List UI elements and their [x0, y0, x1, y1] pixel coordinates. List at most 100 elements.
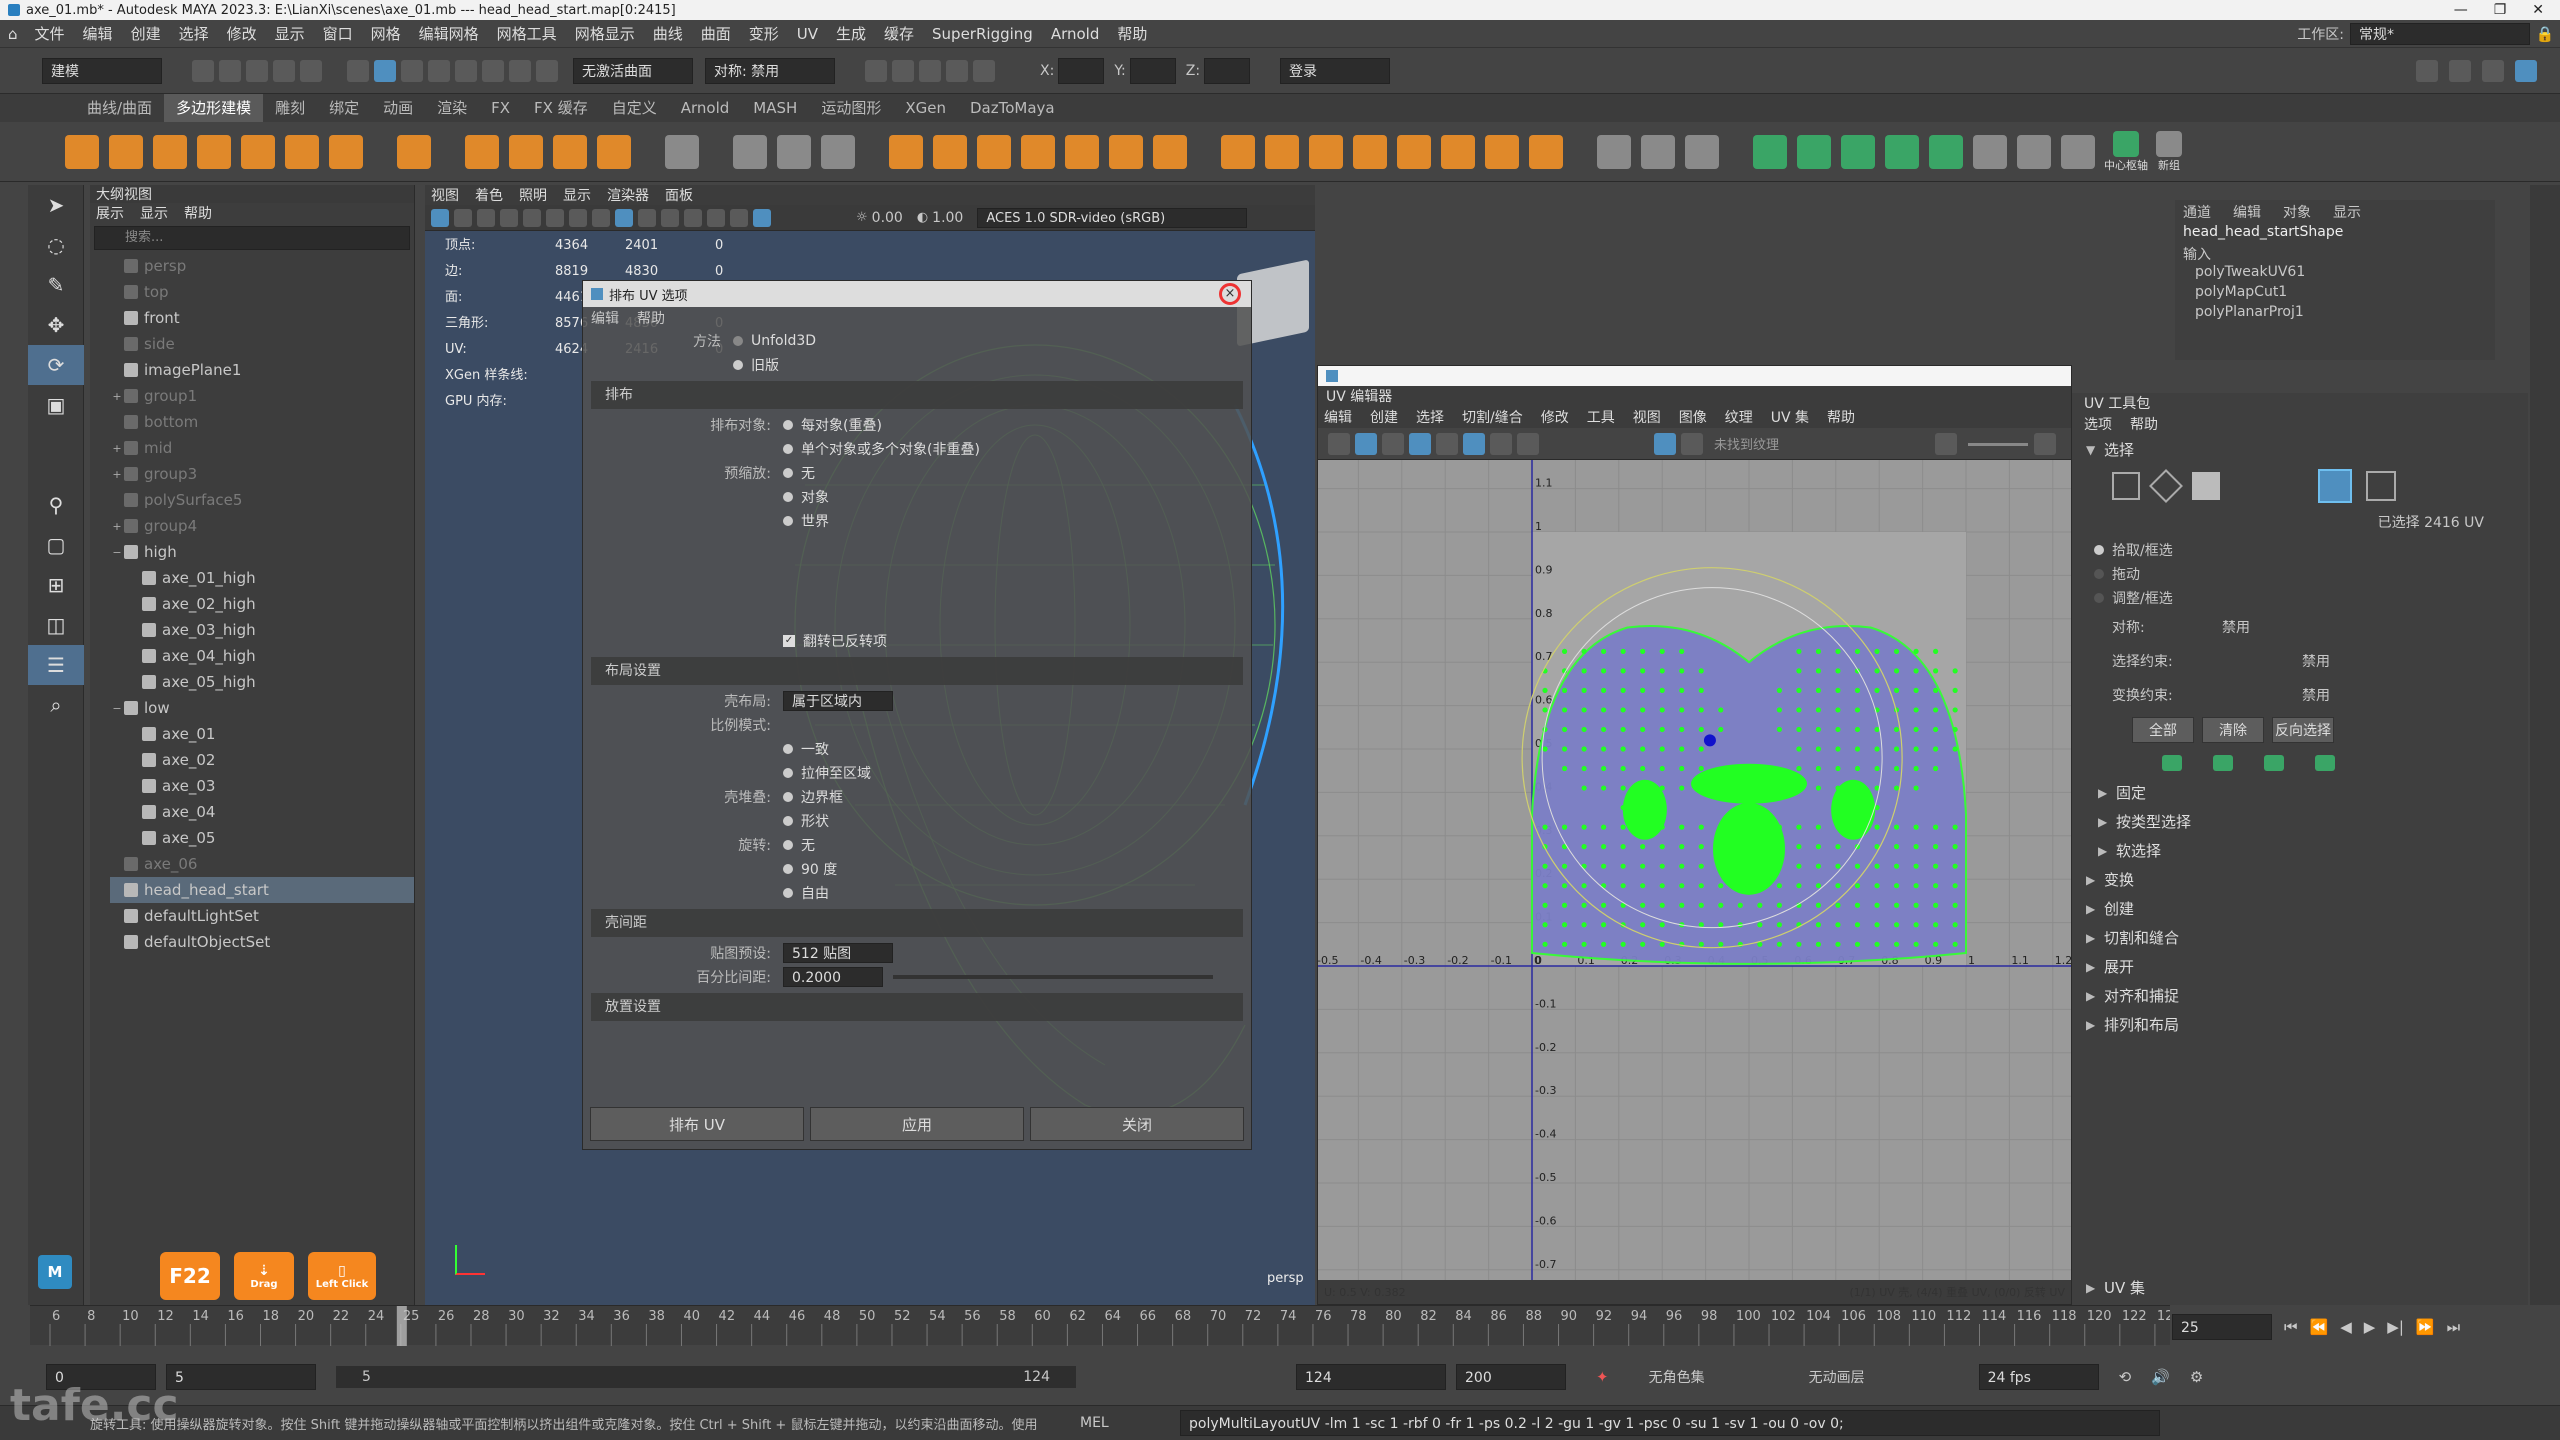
- outliner-item[interactable]: + mid: [110, 435, 414, 461]
- outliner-menu-display[interactable]: 显示: [140, 203, 168, 223]
- cb-menu-object[interactable]: 对象: [2283, 202, 2311, 222]
- shelf-tab-fx[interactable]: FX: [479, 94, 522, 122]
- select-component-icon[interactable]: [401, 59, 423, 82]
- outliner-menu-show[interactable]: 展示: [96, 203, 124, 223]
- layout-menu-help[interactable]: 帮助: [637, 308, 665, 328]
- channel-box-icon[interactable]: [2515, 59, 2537, 82]
- outliner-item[interactable]: axe_04_high: [110, 643, 414, 669]
- uvtk-section[interactable]: ▶ 展开: [2072, 952, 2528, 981]
- redo-icon[interactable]: [300, 59, 322, 82]
- current-time-marker[interactable]: [396, 1306, 407, 1346]
- xray-icon[interactable]: [730, 208, 748, 227]
- uv-editor-menu-item[interactable]: 创建: [1370, 407, 1398, 427]
- save-scene-icon[interactable]: [246, 59, 268, 82]
- collapse-icon[interactable]: [1441, 134, 1475, 169]
- uv-arrow-icon[interactable]: [2034, 432, 2056, 455]
- snap-grid-icon[interactable]: [428, 59, 450, 82]
- film-gate-icon[interactable]: [546, 208, 564, 227]
- menu-cache[interactable]: 缓存: [875, 23, 923, 44]
- uv-vertex-mode-icon[interactable]: [2318, 469, 2352, 503]
- outliner-item[interactable]: bottom: [110, 409, 414, 435]
- snap-together-icon[interactable]: [1929, 134, 1963, 169]
- poly-cube-icon[interactable]: [109, 134, 143, 169]
- layout-objects-radio-1[interactable]: [783, 444, 793, 454]
- expand-toggle-icon[interactable]: +: [110, 468, 124, 481]
- uv-edge-mode-icon[interactable]: [2149, 469, 2183, 503]
- x-field[interactable]: [1058, 57, 1105, 84]
- go-to-end-icon[interactable]: ⏭: [2447, 1318, 2461, 1336]
- uv-shell-mode-icon[interactable]: [2112, 472, 2140, 500]
- uvtk-clear-button[interactable]: 清除: [2202, 717, 2264, 743]
- shell-fill-dropdown[interactable]: 属于区域内: [783, 691, 893, 711]
- outliner-item[interactable]: polySurface5: [110, 487, 414, 513]
- uv-tool-2-icon[interactable]: [1355, 432, 1377, 455]
- menu-modify[interactable]: 修改: [218, 23, 266, 44]
- shelf-tab-animation[interactable]: 动画: [371, 94, 425, 122]
- shell-flip-checkbox[interactable]: ✓: [783, 635, 795, 647]
- arnold-render-icon[interactable]: [973, 59, 995, 82]
- reduce-icon[interactable]: [1109, 134, 1143, 169]
- section-layout-settings[interactable]: 布局设置: [591, 657, 1243, 685]
- merge-icon[interactable]: [1397, 134, 1431, 169]
- uv-editor-menu-item[interactable]: 帮助: [1827, 407, 1855, 427]
- uvtk-section[interactable]: ▶ 变换: [2072, 865, 2528, 894]
- live-surface-field[interactable]: 无激活曲面: [573, 57, 693, 84]
- step-back-key-icon[interactable]: ⏪: [2310, 1318, 2329, 1336]
- outliner-item[interactable]: front: [110, 305, 414, 331]
- uv-editor-menu-item[interactable]: UV 集: [1771, 407, 1809, 427]
- exposure-value[interactable]: 0.00: [872, 210, 903, 226]
- uvtk-section-select[interactable]: ▼ 选择: [2072, 435, 2528, 464]
- uv-shading-icon[interactable]: [1490, 432, 1512, 455]
- menu-mesh[interactable]: 网格: [362, 23, 410, 44]
- fill-hole-icon[interactable]: [1353, 134, 1387, 169]
- smooth-shade-icon[interactable]: [615, 208, 633, 227]
- section-layout[interactable]: 排布: [591, 381, 1243, 409]
- lights-icon[interactable]: [661, 208, 679, 227]
- cb-node-1[interactable]: polyMapCut1: [2175, 284, 2495, 304]
- rotate-radio-1[interactable]: [783, 864, 793, 874]
- select-tool-icon[interactable]: ➤: [28, 185, 84, 225]
- uvtk-loop-icon[interactable]: [2264, 755, 2284, 771]
- step-forward-icon[interactable]: ▶|: [2387, 1318, 2404, 1336]
- menu-display[interactable]: 显示: [266, 23, 314, 44]
- uv-editor-menu-item[interactable]: 工具: [1587, 407, 1615, 427]
- uvtk-section[interactable]: ▶ 软选择: [2072, 836, 2528, 865]
- gamma-value[interactable]: 1.00: [932, 210, 963, 226]
- uv-editor-menu-item[interactable]: 切割/缝合: [1462, 407, 1523, 427]
- uvtk-invert-button[interactable]: 反向选择: [2272, 717, 2334, 743]
- make-live-icon[interactable]: [536, 59, 558, 82]
- wireframe-icon[interactable]: [592, 208, 610, 227]
- playback-start-field[interactable]: 5: [166, 1364, 316, 1390]
- audio-icon[interactable]: 🔊: [2151, 1368, 2170, 1386]
- menu-uv[interactable]: UV: [788, 25, 827, 43]
- uvtk-pick-radio[interactable]: [2094, 545, 2104, 555]
- uv-unfold-icon[interactable]: [777, 134, 811, 169]
- uv-tool-3-icon[interactable]: [1382, 432, 1404, 455]
- uv-tool-4-icon[interactable]: [1409, 432, 1431, 455]
- outliner-item[interactable]: axe_04: [110, 799, 414, 825]
- outliner-item[interactable]: axe_02_high: [110, 591, 414, 617]
- separate-icon[interactable]: [933, 134, 967, 169]
- poly-torus-icon[interactable]: [241, 134, 275, 169]
- cam-attr-icon[interactable]: [454, 208, 472, 227]
- rotate-radio-0[interactable]: [783, 840, 793, 850]
- shelf-tab-curves[interactable]: 曲线/曲面: [75, 94, 164, 122]
- extrude-icon[interactable]: [1221, 134, 1255, 169]
- outliner-item[interactable]: side: [110, 331, 414, 357]
- outliner-item[interactable]: top: [110, 279, 414, 305]
- outliner-item[interactable]: persp: [110, 253, 414, 279]
- menu-select[interactable]: 选择: [170, 23, 218, 44]
- uv-slider[interactable]: [1968, 442, 2028, 446]
- outliner-item[interactable]: axe_05: [110, 825, 414, 851]
- offset-loop-icon[interactable]: [1529, 134, 1563, 169]
- snap-curve-icon[interactable]: [455, 59, 477, 82]
- undo-icon[interactable]: [273, 59, 295, 82]
- modeling-toolkit-icon[interactable]: [2416, 59, 2438, 82]
- shelf-tab-daztomaya[interactable]: DazToMaya: [958, 94, 1067, 122]
- uvtk-tweak-radio[interactable]: [2094, 593, 2104, 603]
- outliner-item[interactable]: defaultLightSet: [110, 903, 414, 929]
- layout-icon[interactable]: [1973, 134, 2007, 169]
- fps-dropdown[interactable]: 24 fps: [1978, 1364, 2099, 1390]
- home-icon[interactable]: ⌂: [0, 25, 26, 43]
- menu-windows[interactable]: 窗口: [314, 23, 362, 44]
